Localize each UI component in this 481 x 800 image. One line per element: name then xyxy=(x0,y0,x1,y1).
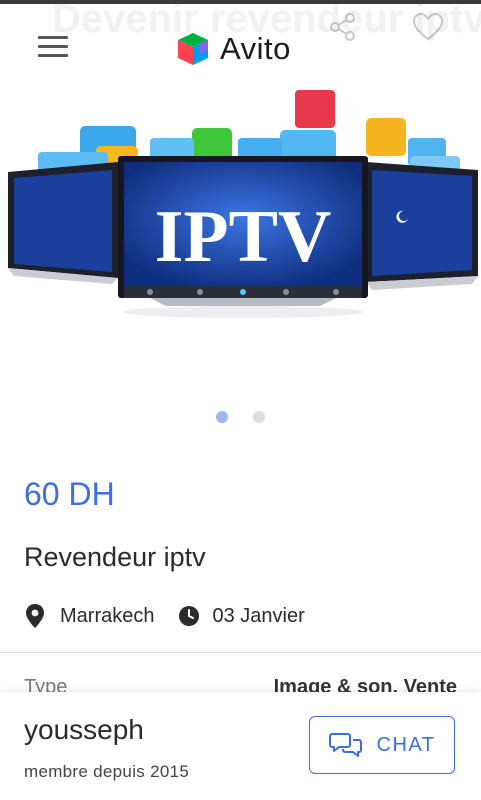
listing-location: Marrakech xyxy=(60,604,155,627)
clock-icon xyxy=(179,606,200,626)
chat-button[interactable]: CHAT xyxy=(309,716,455,774)
listing-image[interactable]: IPTV xyxy=(0,90,481,390)
chat-bubbles-icon xyxy=(328,733,362,757)
seller-member-since: membre depuis 2015 xyxy=(24,762,190,781)
brand-name: Avito xyxy=(220,31,291,66)
seller-bar: yousseph membre depuis 2015 CHAT xyxy=(0,692,481,800)
listing-price: 60 DH xyxy=(24,476,115,512)
iptv-image: IPTV xyxy=(8,90,478,318)
divider xyxy=(0,652,481,653)
heart-icon[interactable] xyxy=(412,12,444,42)
gallery-pagination xyxy=(0,411,481,425)
listing-date: 03 Janvier xyxy=(212,604,305,627)
seller-name[interactable]: yousseph xyxy=(24,714,144,746)
pagination-dot-active[interactable] xyxy=(216,411,228,423)
listing-title: Revendeur iptv xyxy=(24,542,206,572)
listing-meta: Marrakech 03 Janvier xyxy=(24,602,305,630)
share-icon[interactable] xyxy=(328,12,358,42)
image-text: IPTV xyxy=(155,196,332,278)
app-header: Devenir revendeur iptv Avito xyxy=(0,4,481,91)
menu-icon[interactable] xyxy=(38,34,70,60)
location-pin-icon xyxy=(26,604,44,628)
avito-logo[interactable]: Avito xyxy=(174,31,291,67)
pagination-dot[interactable] xyxy=(253,411,265,423)
avito-logo-icon xyxy=(178,33,208,65)
chat-button-label: CHAT xyxy=(376,733,436,756)
